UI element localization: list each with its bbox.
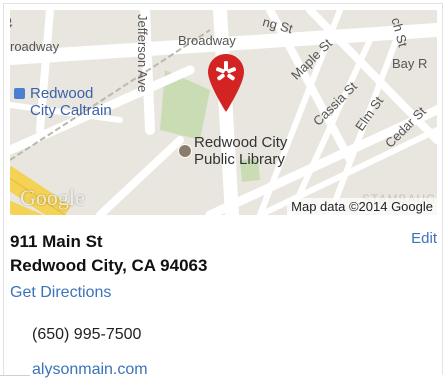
edit-link[interactable]: Edit	[411, 230, 437, 247]
map-street-label: Broadway	[178, 33, 236, 48]
business-details: 911 Main St Redwood City, CA 94063 Edit …	[10, 230, 437, 378]
address-line-1: 911 Main St	[10, 232, 103, 251]
library-icon	[178, 144, 192, 158]
website-link[interactable]: alysonmain.com	[32, 361, 148, 379]
map-street-label: Jefferson Ave	[135, 14, 150, 93]
get-directions-link[interactable]: Get Directions	[10, 284, 111, 302]
poi-library-label[interactable]: Redwood City Public Library	[194, 134, 287, 168]
map-view[interactable]: St roadway Broadway Jefferson Ave ng St …	[10, 10, 437, 215]
map-street-label: roadway	[10, 39, 60, 54]
divider	[0, 375, 30, 376]
poi-caltrain-label[interactable]: Redwood City Caltrain	[30, 85, 112, 119]
train-station-icon	[14, 88, 25, 99]
map-attribution: Map data ©2014 Google	[287, 198, 437, 215]
yelp-marker-icon[interactable]	[208, 54, 244, 112]
business-info-card: St roadway Broadway Jefferson Ave ng St …	[0, 0, 447, 383]
google-logo: Google	[20, 185, 85, 210]
map-street-label: Bay R	[392, 56, 428, 71]
address-line-2: Redwood City, CA 94063	[10, 256, 208, 275]
phone-number: (650) 995-7500	[32, 326, 142, 343]
